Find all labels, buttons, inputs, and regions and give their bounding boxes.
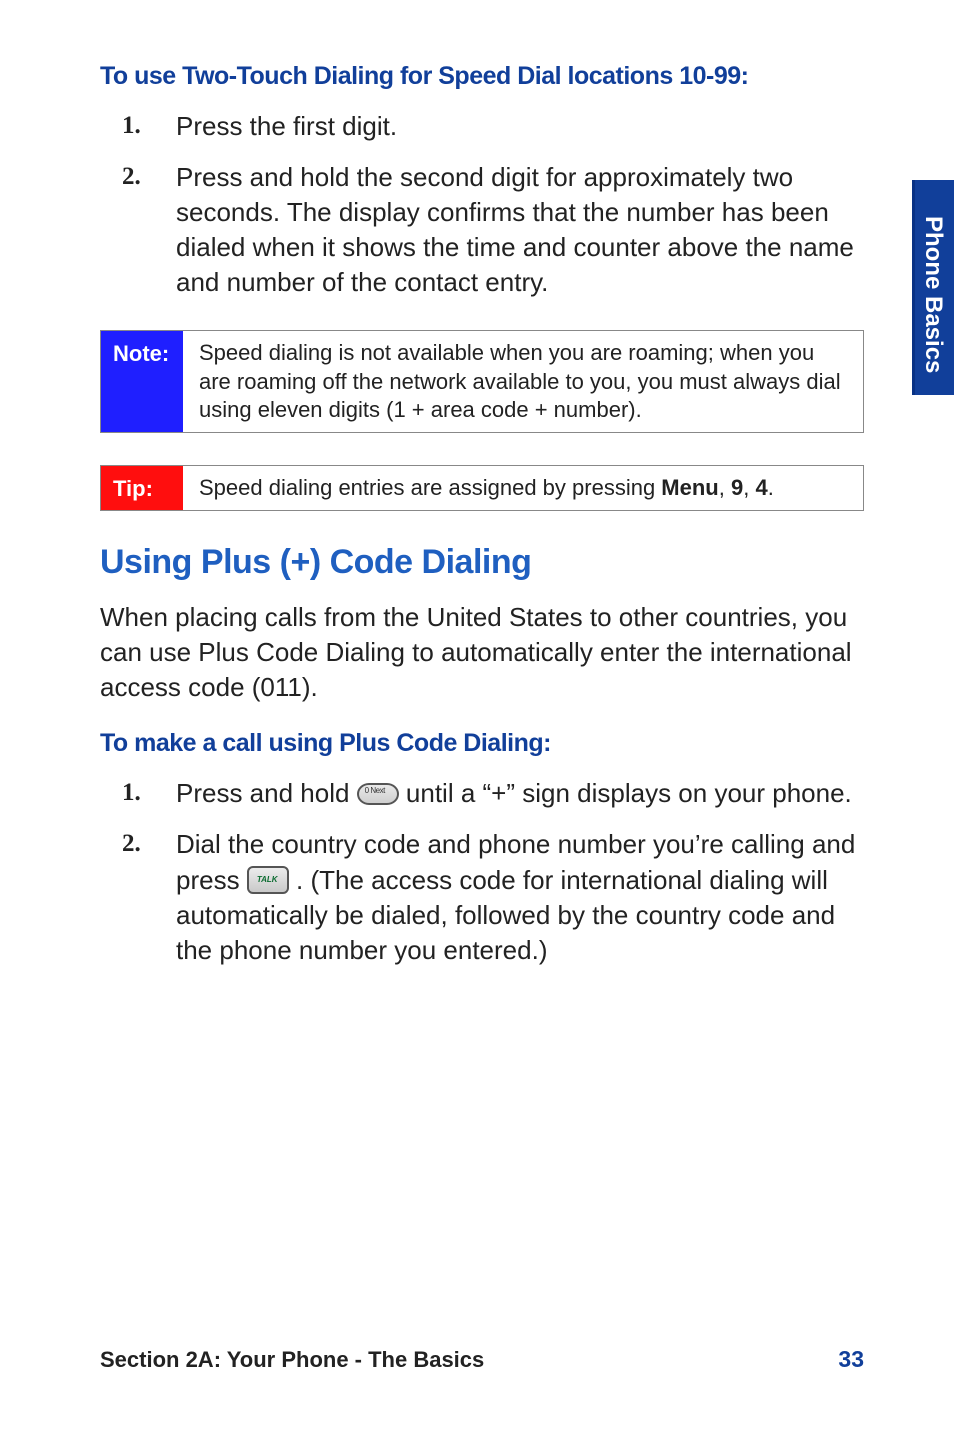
- step-1-2: Press and hold the second digit for appr…: [122, 160, 864, 300]
- talk-key-label: TALK: [257, 875, 278, 886]
- subheading-two-touch: To use Two-Touch Dialing for Speed Dial …: [100, 62, 864, 91]
- tip-bold-menu: Menu: [661, 475, 718, 500]
- step-2-1: Press and hold 0 Next until a “+” sign d…: [122, 776, 864, 811]
- footer-section: Section 2A: Your Phone - The Basics: [100, 1347, 484, 1373]
- page-content: Phone Basics To use Two-Touch Dialing fo…: [0, 0, 954, 1431]
- tip-bold-4: 4: [755, 475, 767, 500]
- step-2-1-a: Press and hold: [176, 778, 357, 808]
- section-title: Using Plus (+) Code Dialing: [100, 543, 864, 582]
- side-tab: Phone Basics: [912, 180, 954, 395]
- talk-key-icon: TALK: [247, 866, 289, 894]
- tip-tag: Tip:: [101, 466, 183, 510]
- tip-suffix: .: [768, 475, 774, 500]
- intro-para: When placing calls from the United State…: [100, 600, 864, 705]
- step-2-1-b: until a “+” sign displays on your phone.: [406, 778, 852, 808]
- tip-body: Speed dialing entries are assigned by pr…: [183, 466, 863, 510]
- footer-page-number: 33: [838, 1346, 864, 1373]
- zero-key-label: 0 Next: [365, 786, 385, 797]
- tip-sep2: ,: [743, 475, 755, 500]
- tip-sep1: ,: [719, 475, 731, 500]
- tip-bold-9: 9: [731, 475, 743, 500]
- note-body: Speed dialing is not available when you …: [183, 331, 863, 431]
- step-2-2: Dial the country code and phone number y…: [122, 827, 864, 967]
- step-1-1: Press the first digit.: [122, 109, 864, 144]
- steps-list-1: Press the first digit. Press and hold th…: [122, 109, 864, 300]
- tip-prefix: Speed dialing entries are assigned by pr…: [199, 475, 661, 500]
- tip-callout: Tip: Speed dialing entries are assigned …: [100, 465, 864, 511]
- page-footer: Section 2A: Your Phone - The Basics 33: [100, 1346, 864, 1373]
- subheading-plus-code: To make a call using Plus Code Dialing:: [100, 729, 864, 758]
- zero-key-icon: 0 Next: [357, 783, 399, 805]
- note-callout: Note: Speed dialing is not available whe…: [100, 330, 864, 432]
- steps-list-2: Press and hold 0 Next until a “+” sign d…: [122, 776, 864, 967]
- note-tag: Note:: [101, 331, 183, 431]
